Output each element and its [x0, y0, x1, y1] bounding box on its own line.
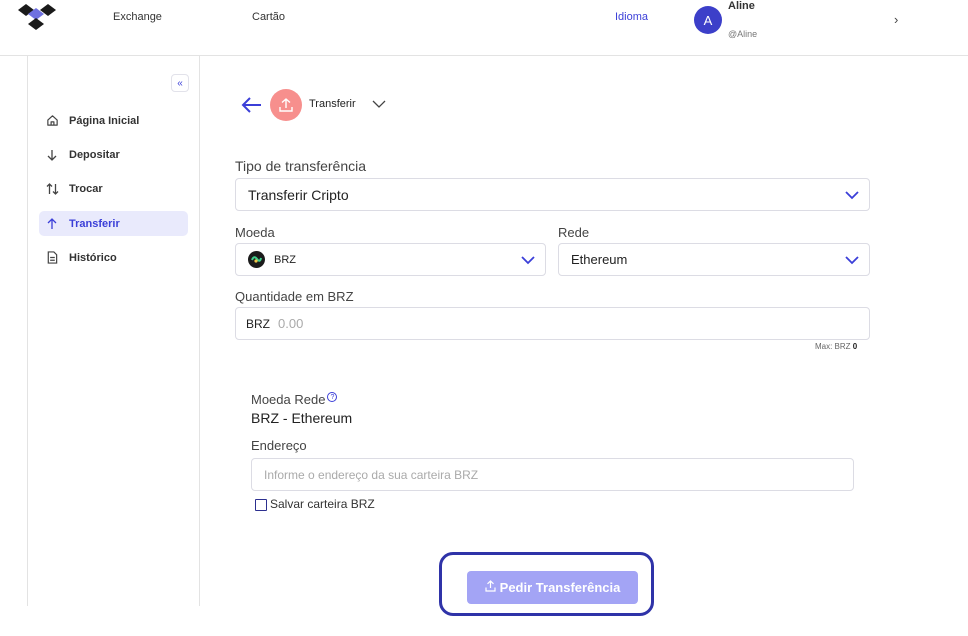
sidebar-item-trocar[interactable]: Trocar	[39, 176, 188, 201]
document-icon	[45, 251, 59, 265]
quantity-label: Quantidade em BRZ	[235, 289, 354, 304]
nav-cartao[interactable]: Cartão	[252, 11, 285, 23]
transfer-type-label: Tipo de transferência	[235, 158, 366, 174]
sidebar-item-transferir[interactable]: Transferir	[39, 211, 188, 236]
back-arrow-icon[interactable]	[240, 93, 264, 117]
request-transfer-button[interactable]: Pedir Transferência	[467, 571, 638, 604]
top-header: Exchange Cartão Idioma A Aline @Aline ›	[0, 0, 968, 56]
address-input[interactable]: Informe o endereço da sua carteira BRZ	[251, 458, 854, 491]
home-icon	[45, 114, 59, 128]
sidebar: « Página Inicial Depositar Trocar Transf…	[27, 56, 200, 606]
sidebar-item-home[interactable]: Página Inicial	[39, 108, 188, 133]
arrow-down-icon	[45, 148, 59, 162]
sidebar-item-label: Página Inicial	[69, 114, 140, 127]
network-coin-label-text: Moeda Rede	[251, 392, 326, 407]
network-coin-label: Moeda Rede?	[251, 392, 338, 407]
brz-coin-icon	[248, 251, 265, 268]
network-select[interactable]: Ethereum	[558, 243, 870, 276]
sidebar-item-label: Transferir	[69, 217, 120, 230]
network-value: Ethereum	[571, 252, 628, 267]
currency-label: Moeda	[235, 225, 275, 240]
avatar[interactable]: A	[694, 6, 722, 34]
quantity-input[interactable]: BRZ 0.00	[235, 307, 870, 340]
chevron-down-icon	[521, 255, 535, 264]
chevron-down-icon	[845, 190, 859, 199]
chevron-down-icon	[845, 255, 859, 264]
page-title: Transferir	[309, 98, 356, 110]
double-chevron-left-icon: «	[177, 77, 183, 89]
language-menu[interactable]: Idioma	[615, 11, 648, 23]
network-label: Rede	[558, 225, 590, 240]
avatar-initial: A	[703, 12, 713, 28]
logo[interactable]	[16, 4, 58, 32]
arrow-up-icon	[45, 217, 59, 231]
sidebar-item-label: Depositar	[69, 148, 120, 161]
address-placeholder: Informe o endereço da sua carteira BRZ	[264, 467, 479, 482]
max-amount: Max: BRZ 0	[815, 342, 857, 351]
swap-icon	[45, 182, 59, 196]
upload-icon	[485, 580, 496, 595]
currency-select[interactable]: BRZ	[235, 243, 546, 276]
user-name: Aline	[728, 0, 755, 12]
transfer-type-value: Transferir Cripto	[248, 186, 349, 203]
quantity-placeholder: 0.00	[278, 316, 304, 331]
save-wallet-label[interactable]: Salvar carteira BRZ	[270, 497, 375, 511]
transfer-type-select[interactable]: Transferir Cripto	[235, 178, 870, 211]
upload-icon	[270, 89, 302, 121]
max-amount-label: Max: BRZ	[815, 342, 851, 351]
max-amount-value: 0	[852, 342, 858, 351]
request-transfer-label: Pedir Transferência	[499, 580, 621, 595]
nav-exchange[interactable]: Exchange	[113, 11, 162, 23]
chevron-down-icon[interactable]	[372, 99, 386, 109]
sidebar-item-label: Histórico	[69, 251, 117, 264]
address-label: Endereço	[251, 438, 307, 453]
chevron-right-icon[interactable]: ›	[894, 12, 898, 27]
sidebar-item-depositar[interactable]: Depositar	[39, 142, 188, 167]
collapse-sidebar-button[interactable]: «	[171, 74, 189, 92]
help-icon[interactable]: ?	[327, 392, 338, 403]
user-handle: @Aline	[728, 29, 758, 39]
quantity-prefix: BRZ	[246, 316, 270, 331]
sidebar-item-label: Trocar	[69, 182, 103, 195]
network-coin-value: BRZ - Ethereum	[251, 410, 353, 426]
sidebar-item-historico[interactable]: Histórico	[39, 245, 188, 270]
save-wallet-checkbox[interactable]	[255, 499, 267, 511]
currency-value: BRZ	[274, 253, 296, 266]
